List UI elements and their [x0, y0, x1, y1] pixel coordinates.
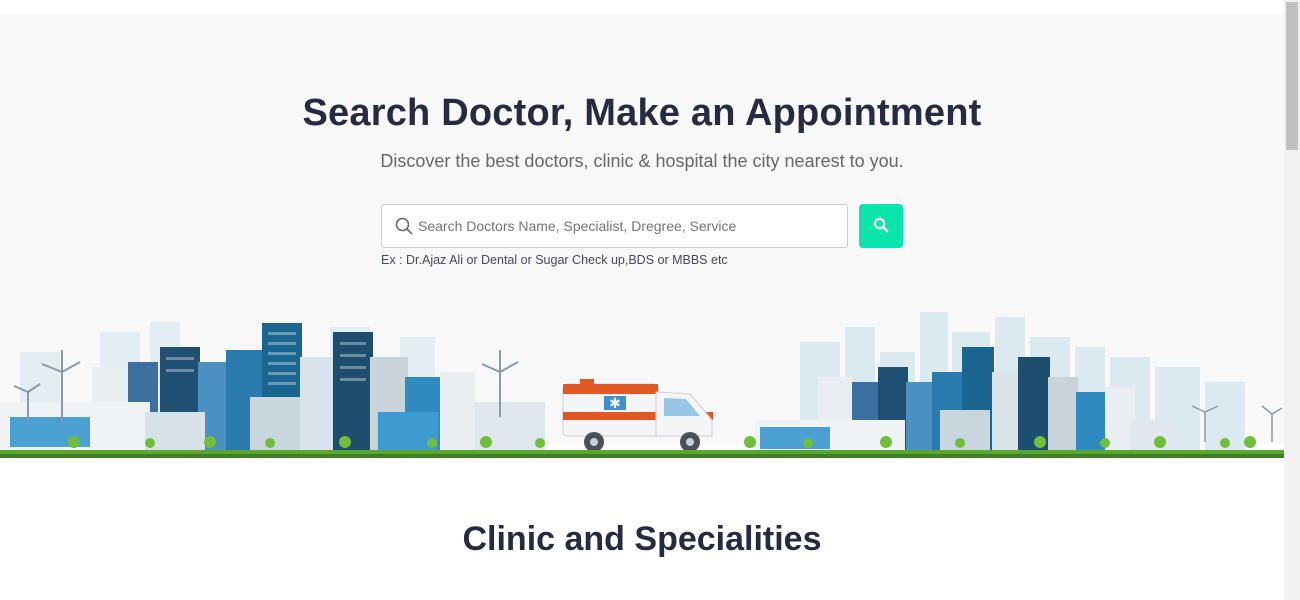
scrollbar[interactable] — [1284, 0, 1300, 600]
search-box[interactable] — [381, 204, 848, 248]
hero-title: Search Doctor, Make an Appointment — [302, 92, 982, 134]
search-icon — [873, 217, 889, 236]
search-input[interactable] — [418, 206, 847, 246]
top-header — [0, 0, 1284, 14]
search-icon — [395, 217, 413, 235]
cityscape-illustration: ✱ — [0, 312, 1284, 458]
scrollbar-thumb[interactable] — [1286, 2, 1298, 150]
hero-section: Search Doctor, Make an Appointment Disco… — [0, 14, 1284, 458]
search-hint: Ex : Dr.Ajaz Ali or Dental or Sugar Chec… — [381, 253, 728, 267]
svg-text:✱: ✱ — [609, 396, 621, 412]
hero-subtitle: Discover the best doctors, clinic & hosp… — [380, 151, 904, 171]
section-title: Clinic and Specialities — [462, 520, 822, 558]
search-button[interactable] — [859, 204, 903, 248]
